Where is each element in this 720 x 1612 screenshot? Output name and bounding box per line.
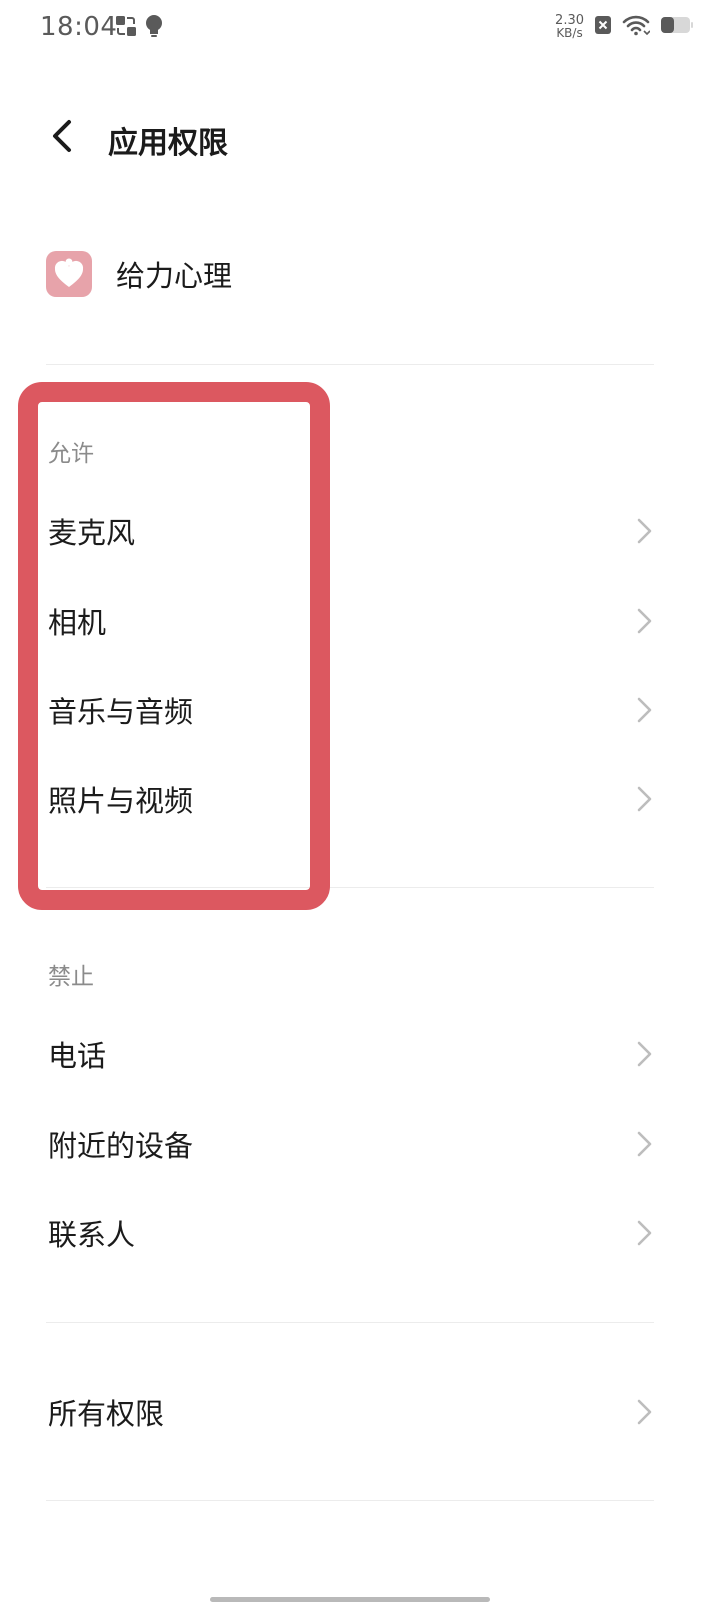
permission-item-photos-videos[interactable]: 照片与视频 [0,759,720,839]
chevron-left-icon [50,119,74,157]
section-label-allowed: 允许 [48,441,94,467]
permission-item-label: 附近的设备 [48,1129,194,1163]
permission-item-microphone[interactable]: 麦克风 [0,491,720,571]
battery-icon [660,15,694,39]
permission-item-nearby-devices[interactable]: 附近的设备 [0,1104,720,1184]
header: 应用权限 [0,100,720,180]
net-speed-unit: KB/s [556,26,583,40]
section-label-denied: 禁止 [48,964,94,990]
chevron-right-icon [634,1040,654,1068]
status-time: 18:04 [40,12,118,42]
permission-item-contacts[interactable]: 联系人 [0,1193,720,1273]
back-button[interactable] [40,116,84,160]
status-right-group: 2.30 KB/s [555,12,694,42]
permission-item-label: 联系人 [48,1218,136,1252]
chevron-right-icon [634,1398,654,1426]
app-info-row: 给力心理 [46,248,232,300]
permission-item-label: 照片与视频 [48,784,194,818]
permission-item-label: 电话 [48,1039,107,1073]
divider [46,1322,654,1323]
screen-cast-icon [114,14,138,38]
divider [46,1500,654,1501]
net-speed: 2.30 KB/s [555,14,584,40]
permission-item-label: 麦克风 [48,516,136,550]
permission-item-label: 音乐与音频 [48,695,194,729]
wifi-icon [622,14,651,40]
chevron-right-icon [634,785,654,813]
bulb-icon [143,14,167,38]
permission-item-camera[interactable]: 相机 [0,581,720,661]
divider [46,887,654,888]
chevron-right-icon [634,517,654,545]
chevron-right-icon [634,1219,654,1247]
all-permissions-item[interactable]: 所有权限 [0,1372,720,1452]
all-permissions-label: 所有权限 [48,1397,165,1431]
permission-item-music-audio[interactable]: 音乐与音频 [0,670,720,750]
app-name: 给力心理 [116,259,233,293]
home-indicator[interactable] [210,1597,490,1602]
page-title: 应用权限 [108,126,228,161]
permission-item-label: 相机 [48,606,107,640]
status-bar: 18:04 2.30 KB/s [0,0,720,56]
chevron-right-icon [634,607,654,635]
chevron-right-icon [634,696,654,724]
divider [46,364,654,365]
sim-off-icon [594,15,612,39]
permission-item-phone[interactable]: 电话 [0,1014,720,1094]
heart-app-icon [46,251,92,297]
chevron-right-icon [634,1130,654,1158]
